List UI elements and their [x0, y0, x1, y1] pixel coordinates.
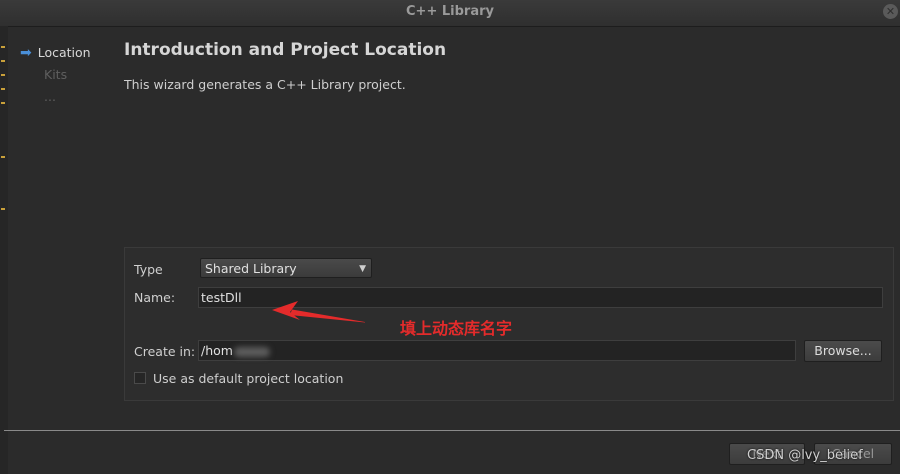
create-in-label: Create in: [134, 344, 196, 359]
type-select-value: Shared Library [205, 261, 297, 276]
chevron-down-icon: ▼ [359, 264, 366, 274]
create-in-value: /hom [201, 343, 233, 358]
step-more: ... [44, 89, 56, 104]
step-label: Location [37, 45, 91, 60]
name-label: Name: [134, 290, 176, 305]
step-location[interactable]: ➡ Location [20, 45, 91, 61]
close-icon[interactable]: ✕ [883, 4, 898, 19]
window-title: C++ Library [406, 4, 494, 19]
title-bar: C++ Library ✕ [0, 0, 900, 27]
step-kits: Kits [44, 67, 68, 82]
page-title: Introduction and Project Location [124, 40, 447, 60]
watermark: CSDN @lvy_belief [747, 448, 863, 463]
create-in-input[interactable]: /hom [198, 340, 796, 361]
browse-button[interactable]: Browse... [804, 340, 882, 362]
annotation-arrow-icon [272, 301, 365, 323]
default-location-label: Use as default project location [153, 371, 344, 386]
type-label: Type [134, 262, 163, 277]
annotation-text: 填上动态库名字 [400, 319, 513, 338]
footer-divider [4, 430, 900, 431]
page-description: This wizard generates a C++ Library proj… [124, 77, 406, 92]
name-input-value: testDll [201, 290, 242, 305]
background-window-strip [0, 26, 8, 474]
default-location-checkbox[interactable] [134, 372, 146, 384]
type-select[interactable]: Shared Library ▼ [200, 258, 372, 278]
redacted-path [233, 346, 270, 357]
arrow-right-icon: ➡ [20, 45, 32, 61]
